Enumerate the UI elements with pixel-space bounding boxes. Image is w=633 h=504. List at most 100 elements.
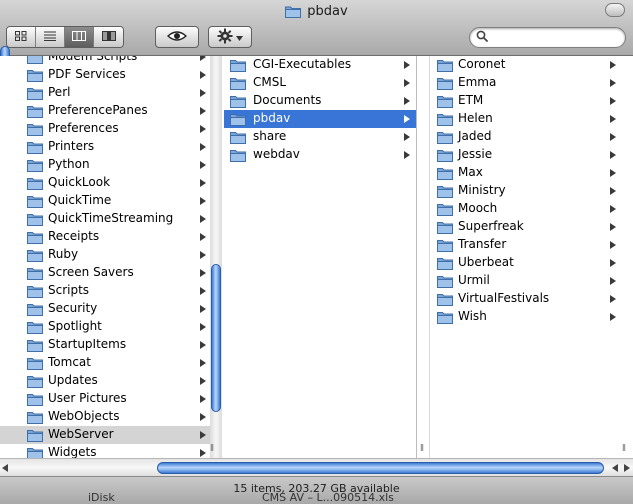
disclosure-arrow-icon bbox=[610, 223, 616, 231]
list-item[interactable]: Wish bbox=[430, 308, 633, 326]
scroll-left-arrow-icon[interactable] bbox=[612, 464, 618, 472]
folder-icon bbox=[27, 177, 43, 190]
list-item[interactable]: Tomcat bbox=[0, 354, 219, 372]
list-item[interactable]: Scripts bbox=[0, 282, 219, 300]
column-resize-grip[interactable]: ll bbox=[210, 444, 214, 454]
list-item[interactable]: Emma bbox=[430, 74, 633, 92]
icon-view-button[interactable] bbox=[7, 27, 36, 47]
list-item[interactable]: Helen bbox=[430, 110, 633, 128]
list-item[interactable]: ETM bbox=[430, 92, 633, 110]
list-item[interactable]: Ruby bbox=[0, 246, 219, 264]
list-item-label: WebObjects bbox=[48, 409, 120, 423]
disclosure-arrow-icon bbox=[200, 323, 206, 331]
folder-icon bbox=[437, 293, 453, 306]
list-item[interactable]: QuickTime bbox=[0, 192, 219, 210]
horizontal-scrollbar[interactable] bbox=[0, 458, 633, 476]
list-item-label: Superfreak bbox=[458, 219, 524, 233]
action-menu-button[interactable] bbox=[208, 26, 252, 48]
list-item[interactable]: VirtualFestivals bbox=[430, 290, 633, 308]
column-resize-grip[interactable]: ll bbox=[420, 444, 424, 454]
list-item-label: PreferencePanes bbox=[48, 103, 148, 117]
folder-icon bbox=[27, 195, 43, 208]
list-item[interactable]: Spotlight bbox=[0, 318, 219, 336]
folder-icon bbox=[437, 185, 453, 198]
list-item[interactable]: Widgets bbox=[0, 444, 219, 458]
list-item[interactable]: Updates bbox=[0, 372, 219, 390]
list-item[interactable]: Superfreak bbox=[430, 218, 633, 236]
list-item[interactable]: Receipts bbox=[0, 228, 219, 246]
list-item[interactable]: QuickTimeStreaming bbox=[0, 210, 219, 228]
list-item[interactable]: PDF Services bbox=[0, 66, 219, 84]
list-item[interactable]: User Pictures bbox=[0, 390, 219, 408]
column3-list: Coronet Emma ETM Helen Jaded Jessie Max Ministr… bbox=[430, 56, 633, 326]
folder-icon bbox=[27, 213, 43, 226]
disclosure-arrow-icon bbox=[404, 151, 410, 159]
column1-right-scrollbar[interactable] bbox=[210, 56, 222, 458]
column2: CGI-Executables CMSL Documents pbdav share we… bbox=[224, 56, 416, 458]
coverflow-view-button[interactable] bbox=[94, 27, 123, 47]
background-window-text: CMS AV – L...090514.xls bbox=[262, 491, 394, 504]
list-item[interactable]: share bbox=[224, 128, 416, 146]
column-view-button[interactable] bbox=[65, 27, 94, 47]
list-item-label: pbdav bbox=[253, 111, 291, 125]
toolbar-toggle-button[interactable] bbox=[605, 3, 625, 17]
folder-icon bbox=[230, 59, 246, 72]
horizontal-scroll-thumb[interactable] bbox=[157, 462, 604, 474]
list-item[interactable]: Jessie bbox=[430, 146, 633, 164]
list-item[interactable]: Max bbox=[430, 164, 633, 182]
list-item[interactable]: Modem Scripts bbox=[0, 56, 219, 66]
disclosure-arrow-icon bbox=[200, 107, 206, 115]
list-view-button[interactable] bbox=[36, 27, 65, 47]
list-item[interactable]: pbdav bbox=[224, 110, 416, 128]
folder-icon bbox=[230, 113, 246, 126]
disclosure-arrow-icon bbox=[200, 215, 206, 223]
scroll-right-arrow-icon[interactable] bbox=[624, 464, 630, 472]
list-item[interactable]: Jaded bbox=[430, 128, 633, 146]
list-item[interactable]: Ministry bbox=[430, 182, 633, 200]
search-field[interactable] bbox=[469, 27, 626, 48]
list-item[interactable]: Documents bbox=[224, 92, 416, 110]
window-title: pbdav bbox=[307, 3, 348, 19]
column-browser: Modem Scripts PDF Services Perl PreferenceP… bbox=[0, 46, 633, 458]
list-item[interactable]: Python bbox=[0, 156, 219, 174]
disclosure-arrow-icon bbox=[404, 61, 410, 69]
list-item-label: QuickTime bbox=[48, 193, 112, 207]
list-item-label: Security bbox=[48, 301, 98, 315]
disclosure-arrow-icon bbox=[200, 161, 206, 169]
column-resize-grip[interactable]: ll bbox=[622, 444, 626, 454]
coverflow-view-icon bbox=[101, 30, 116, 44]
scroll-left-arrow-icon[interactable] bbox=[2, 464, 8, 472]
column1-right-scroll-thumb[interactable] bbox=[211, 264, 221, 412]
list-item[interactable]: Urmil bbox=[430, 272, 633, 290]
list-item[interactable]: CGI-Executables bbox=[224, 56, 416, 74]
list-item-label: CMSL bbox=[253, 75, 287, 89]
disclosure-arrow-icon bbox=[200, 341, 206, 349]
list-item[interactable]: PreferencePanes bbox=[0, 102, 219, 120]
list-item[interactable]: webdav bbox=[224, 146, 416, 164]
list-item[interactable]: WebServer bbox=[0, 426, 219, 444]
disclosure-arrow-icon bbox=[200, 431, 206, 439]
list-item[interactable]: Uberbeat bbox=[430, 254, 633, 272]
list-item[interactable]: Perl bbox=[0, 84, 219, 102]
disclosure-arrow-icon bbox=[200, 305, 206, 313]
list-item[interactable]: Preferences bbox=[0, 120, 219, 138]
quick-look-button[interactable] bbox=[155, 26, 199, 48]
list-item-label: Widgets bbox=[48, 445, 97, 458]
list-item[interactable]: Mooch bbox=[430, 200, 633, 218]
list-item[interactable]: Coronet bbox=[430, 56, 633, 74]
list-item[interactable]: StartupItems bbox=[0, 336, 219, 354]
list-item[interactable]: QuickLook bbox=[0, 174, 219, 192]
disclosure-arrow-icon bbox=[200, 179, 206, 187]
list-item[interactable]: CMSL bbox=[224, 74, 416, 92]
list-item[interactable]: Security bbox=[0, 300, 219, 318]
list-item[interactable]: Screen Savers bbox=[0, 264, 219, 282]
list-item-label: QuickTimeStreaming bbox=[48, 211, 174, 225]
disclosure-arrow-icon bbox=[200, 269, 206, 277]
search-input[interactable] bbox=[492, 31, 617, 44]
list-item[interactable]: Printers bbox=[0, 138, 219, 156]
column1-list: Modem Scripts PDF Services Perl PreferenceP… bbox=[0, 56, 219, 458]
list-item-label: Urmil bbox=[458, 273, 490, 287]
folder-icon bbox=[437, 203, 453, 216]
list-item[interactable]: WebObjects bbox=[0, 408, 219, 426]
list-item[interactable]: Transfer bbox=[430, 236, 633, 254]
